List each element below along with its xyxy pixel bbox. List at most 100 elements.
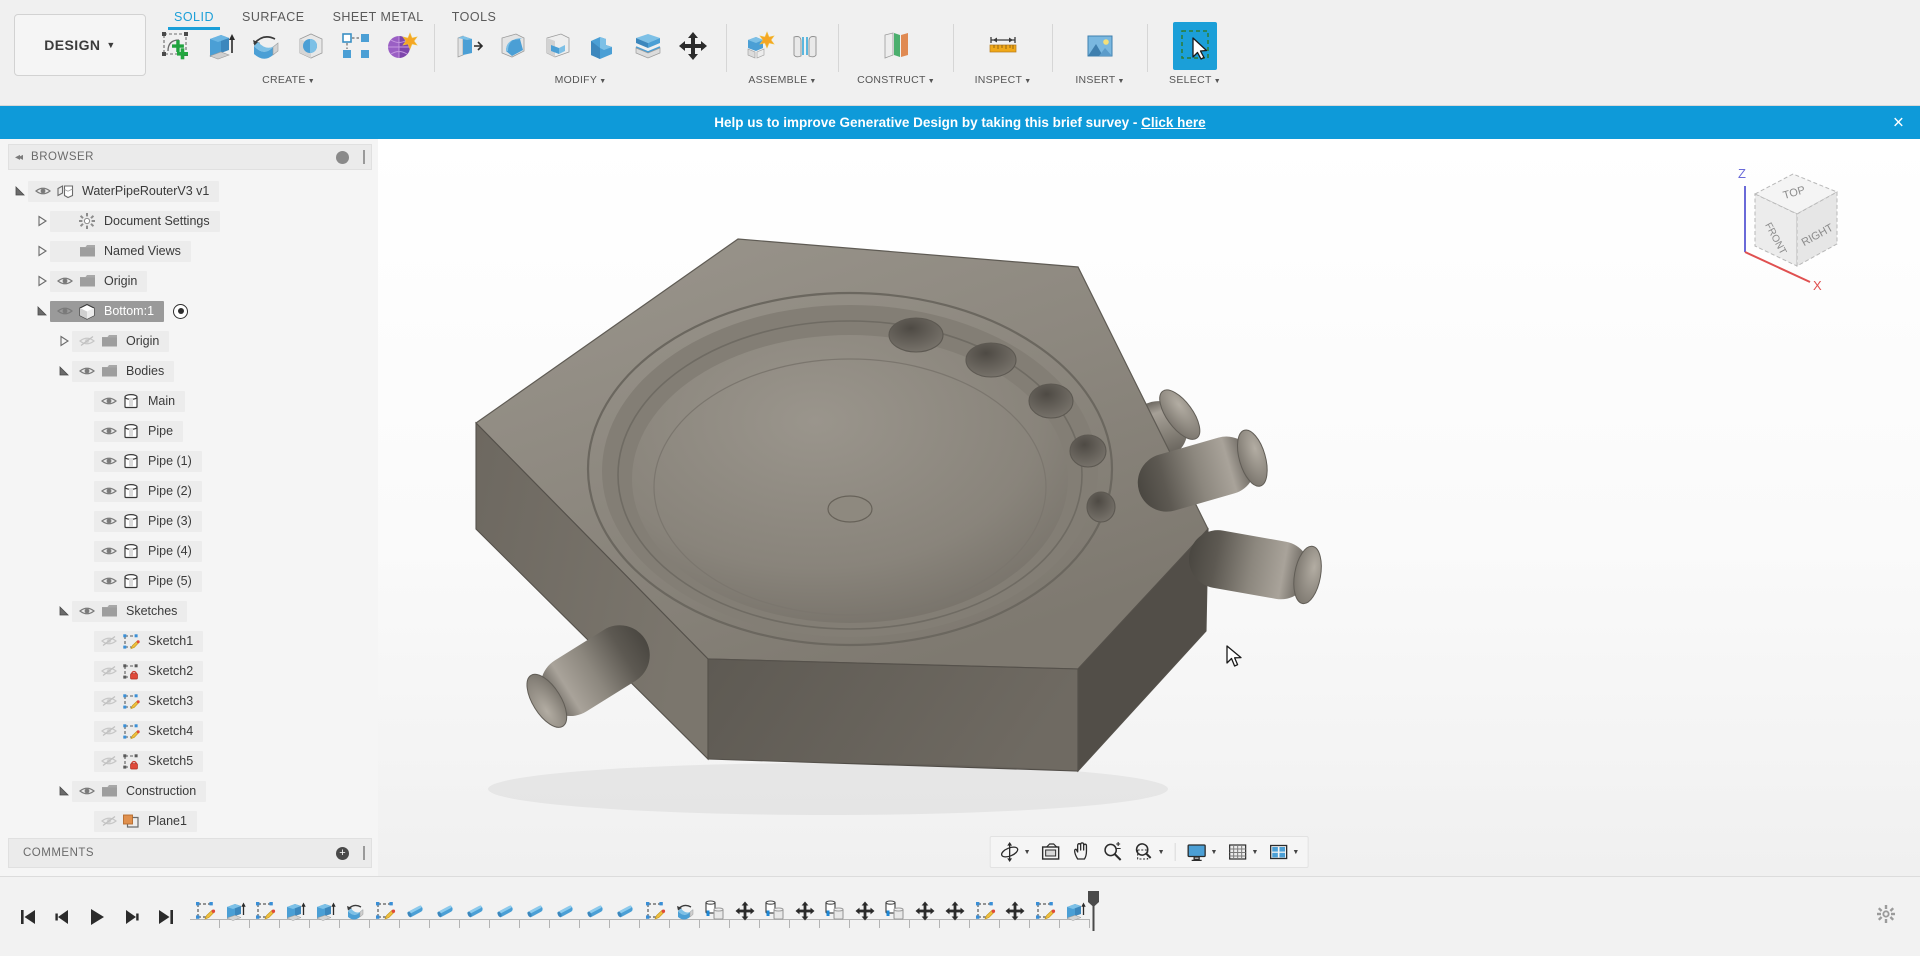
- grid-snap-icon[interactable]: ▼: [1222, 839, 1262, 865]
- browser-tree-item-main[interactable]: Main: [94, 390, 186, 412]
- pan-icon[interactable]: [1067, 839, 1097, 865]
- panel-resize-handle[interactable]: [363, 846, 365, 860]
- look-at-icon[interactable]: [1036, 839, 1066, 865]
- visibility-eye-icon[interactable]: [32, 185, 54, 197]
- timeline-feature-sketch[interactable]: [970, 894, 1000, 928]
- timeline-playhead[interactable]: [1088, 890, 1099, 931]
- browser-tree-item-sketch5[interactable]: Sketch5: [94, 750, 204, 772]
- timeline-feature-sketch[interactable]: [370, 894, 400, 928]
- tree-expand-arrow-icon[interactable]: [34, 245, 50, 257]
- timeline-feature-copy-paste[interactable]: [880, 894, 910, 928]
- skip-to-end-icon[interactable]: [156, 907, 176, 927]
- visibility-eye-icon[interactable]: [54, 275, 76, 287]
- move-copy-icon[interactable]: [671, 22, 715, 70]
- group-label-assemble[interactable]: ASSEMBLE ▼: [734, 74, 831, 86]
- visibility-eye-icon[interactable]: [54, 305, 76, 317]
- timeline-feature-fillet[interactable]: [520, 894, 550, 928]
- visibility-eye-icon[interactable]: [98, 545, 120, 557]
- create-sketch-icon[interactable]: [154, 22, 198, 70]
- timeline-feature-move[interactable]: [730, 894, 760, 928]
- timeline-feature-sketch[interactable]: [250, 894, 280, 928]
- timeline-feature-revolve[interactable]: [340, 894, 370, 928]
- browser-tree-item-origin[interactable]: Origin: [50, 270, 148, 292]
- tree-collapse-arrow-icon[interactable]: [56, 785, 72, 797]
- close-icon[interactable]: ×: [1893, 113, 1904, 132]
- visibility-eye-icon[interactable]: [76, 605, 98, 617]
- browser-tree-item-bodies[interactable]: Bodies: [72, 360, 175, 382]
- browser-tree-item-waterpiperouterv3-v1[interactable]: WaterPipeRouterV3 v1: [28, 180, 220, 202]
- display-settings-icon[interactable]: ▼: [1182, 839, 1222, 865]
- survey-link[interactable]: Click here: [1141, 115, 1206, 130]
- timeline-feature-sketch[interactable]: [190, 894, 220, 928]
- viewport-canvas[interactable]: TOP FRONT RIGHT Z X ▼ ▼ ▼ ▼ ▼: [378, 139, 1920, 876]
- browser-tree-item-bottom-1[interactable]: Bottom:1: [50, 300, 165, 322]
- tree-collapse-arrow-icon[interactable]: [34, 305, 50, 317]
- tree-expand-arrow-icon[interactable]: [34, 215, 50, 227]
- measure-icon[interactable]: [981, 22, 1025, 70]
- tree-collapse-arrow-icon[interactable]: [56, 605, 72, 617]
- timeline-feature-copy-paste[interactable]: [700, 894, 730, 928]
- timeline-feature-fillet[interactable]: [430, 894, 460, 928]
- view-cube-faces[interactable]: TOP FRONT RIGHT: [1753, 173, 1839, 267]
- add-comment-icon[interactable]: +: [336, 846, 349, 860]
- cad-model[interactable]: [378, 139, 1920, 876]
- browser-tree-item-sketch2[interactable]: Sketch2: [94, 660, 204, 682]
- timeline-track[interactable]: [190, 889, 1876, 945]
- play-icon[interactable]: [86, 906, 108, 928]
- timeline-feature-copy-paste[interactable]: [760, 894, 790, 928]
- visibility-eye-icon[interactable]: [98, 485, 120, 497]
- browser-options-icon[interactable]: [336, 150, 349, 164]
- visibility-eye-hidden-icon[interactable]: [98, 815, 120, 827]
- group-label-insert[interactable]: INSERT ▼: [1060, 74, 1140, 86]
- skip-to-start-icon[interactable]: [18, 907, 38, 927]
- browser-tree-item-pipe-1[interactable]: Pipe (1): [94, 450, 202, 472]
- pattern-icon[interactable]: [334, 22, 378, 70]
- visibility-eye-hidden-icon[interactable]: [98, 665, 120, 677]
- browser-tree-item-pipe-3[interactable]: Pipe (3): [94, 510, 202, 532]
- visibility-eye-icon[interactable]: [98, 425, 120, 437]
- workspace-switcher-button[interactable]: DESIGN ▼: [14, 14, 146, 76]
- tree-collapse-arrow-icon[interactable]: [56, 365, 72, 377]
- select-window-icon[interactable]: [1173, 22, 1217, 70]
- timeline-feature-revolve[interactable]: [670, 894, 700, 928]
- tree-expand-arrow-icon[interactable]: [34, 275, 50, 287]
- timeline-feature-extrude[interactable]: [310, 894, 340, 928]
- visibility-eye-hidden-icon[interactable]: [98, 695, 120, 707]
- timeline-feature-fillet[interactable]: [580, 894, 610, 928]
- visibility-eye-icon[interactable]: [98, 515, 120, 527]
- browser-tree-item-pipe[interactable]: Pipe: [94, 420, 184, 442]
- fillet-icon[interactable]: [491, 22, 535, 70]
- group-label-modify[interactable]: MODIFY ▼: [442, 74, 719, 86]
- browser-tree-item-sketch1[interactable]: Sketch1: [94, 630, 204, 652]
- activate-component-radio[interactable]: [173, 303, 189, 319]
- group-label-construct[interactable]: CONSTRUCT ▼: [846, 74, 946, 86]
- browser-tree-item-pipe-4[interactable]: Pipe (4): [94, 540, 202, 562]
- timeline-feature-move[interactable]: [940, 894, 970, 928]
- group-label-select[interactable]: SELECT ▼: [1155, 74, 1235, 86]
- timeline-feature-extrude[interactable]: [280, 894, 310, 928]
- timeline-feature-extrude[interactable]: [1060, 894, 1090, 928]
- viewports-icon[interactable]: ▼: [1263, 839, 1303, 865]
- timeline-feature-fillet[interactable]: [460, 894, 490, 928]
- visibility-eye-hidden-icon[interactable]: [98, 755, 120, 767]
- zoom-icon[interactable]: [1098, 839, 1128, 865]
- visibility-eye-icon[interactable]: [76, 785, 98, 797]
- visibility-eye-hidden-icon[interactable]: [98, 635, 120, 647]
- timeline-feature-sketch[interactable]: [640, 894, 670, 928]
- browser-tree-item-construction[interactable]: Construction: [72, 780, 207, 802]
- comments-panel[interactable]: COMMENTS +: [8, 838, 372, 868]
- new-component-icon[interactable]: [738, 22, 782, 70]
- timeline-feature-move[interactable]: [910, 894, 940, 928]
- revolve-icon[interactable]: [244, 22, 288, 70]
- visibility-eye-hidden-icon[interactable]: [98, 725, 120, 737]
- tree-collapse-arrow-icon[interactable]: [12, 185, 28, 197]
- browser-tree-item-sketch3[interactable]: Sketch3: [94, 690, 204, 712]
- shell-icon[interactable]: [536, 22, 580, 70]
- timeline-feature-fillet[interactable]: [400, 894, 430, 928]
- visibility-eye-icon[interactable]: [76, 365, 98, 377]
- step-forward-icon[interactable]: [122, 907, 142, 927]
- joint-icon[interactable]: [783, 22, 827, 70]
- view-cube[interactable]: TOP FRONT RIGHT Z X: [1715, 154, 1865, 294]
- browser-tree-item-origin[interactable]: Origin: [72, 330, 170, 352]
- zoom-window-icon[interactable]: ▼: [1129, 839, 1169, 865]
